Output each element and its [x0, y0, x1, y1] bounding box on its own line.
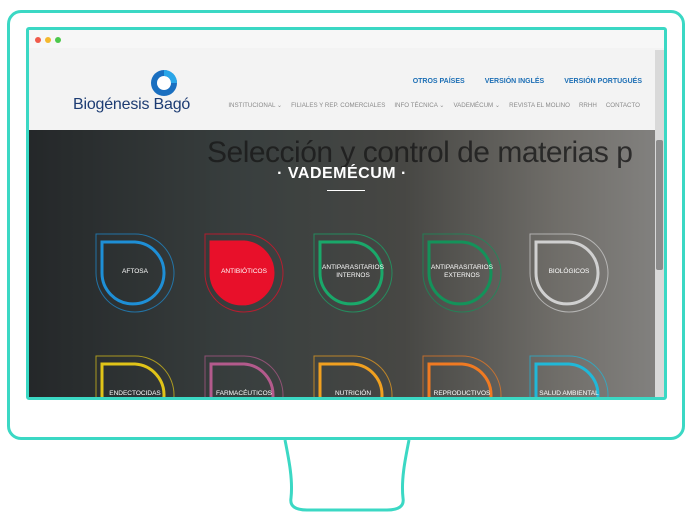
- category-aftosa[interactable]: AFTOSA: [92, 230, 178, 316]
- scrollbar-thumb[interactable]: [656, 140, 663, 270]
- section-title: · VADEMÉCUM ·: [277, 165, 407, 182]
- logo-text[interactable]: Biogénesis Bagó: [73, 96, 190, 114]
- title-divider: [327, 190, 365, 191]
- nav-institucional[interactable]: INSTITUCIONAL ⌄: [228, 102, 282, 109]
- category-label: BIOLÓGICOS: [548, 268, 590, 275]
- nav-filiales[interactable]: FILIALES Y REP. COMERCIALES: [291, 102, 385, 109]
- main-nav: INSTITUCIONAL ⌄ FILIALES Y REP. COMERCIA…: [228, 102, 640, 109]
- category-label: SALUD AMBIENTAL: [539, 390, 599, 397]
- category-antiparasitarios-internos[interactable]: ANTIPARASITARIOS INTERNOS: [310, 230, 396, 316]
- category-antibióticos[interactable]: ANTIBIÓTICOS: [201, 230, 287, 316]
- category-nutrición[interactable]: NUTRICIÓN: [310, 352, 396, 397]
- logo-icon[interactable]: [149, 68, 179, 98]
- link-otros-paises[interactable]: OTROS PAÍSES: [413, 78, 465, 85]
- minimize-dot-icon[interactable]: [45, 37, 51, 43]
- site-header: Biogénesis Bagó OTROS PAÍSES VERSIÓN ING…: [29, 48, 664, 130]
- nav-contacto[interactable]: CONTACTO: [606, 102, 640, 109]
- category-label: FARMACÉUTICOS: [216, 390, 272, 397]
- category-farmacéuticos[interactable]: FARMACÉUTICOS: [201, 352, 287, 397]
- link-version-ingles[interactable]: VERSIÓN INGLÉS: [485, 78, 545, 85]
- category-label: AFTOSA: [122, 268, 148, 275]
- category-label: NUTRICIÓN: [334, 390, 372, 397]
- nav-revista[interactable]: REVISTA EL MOLINO: [509, 102, 570, 109]
- nav-vademecum[interactable]: VADEMÉCUM ⌄: [453, 102, 500, 109]
- close-dot-icon[interactable]: [35, 37, 41, 43]
- browser-screen: Biogénesis Bagó OTROS PAÍSES VERSIÓN ING…: [26, 27, 667, 400]
- top-links: OTROS PAÍSES VERSIÓN INGLÉS VERSIÓN PORT…: [413, 78, 642, 85]
- category-label: ANTIPARASITARIOS EXTERNOS: [431, 264, 493, 279]
- link-version-portugues[interactable]: VERSIÓN PORTUGUÉS: [564, 78, 642, 85]
- category-label: REPRODUCTIVOS: [433, 390, 491, 397]
- category-label: ANTIPARASITARIOS INTERNOS: [322, 264, 384, 279]
- browser-titlebar: [29, 30, 664, 50]
- category-endectocidas[interactable]: ENDECTOCIDAS: [92, 352, 178, 397]
- category-antiparasitarios-externos[interactable]: ANTIPARASITARIOS EXTERNOS: [419, 230, 505, 316]
- category-salud-ambiental[interactable]: SALUD AMBIENTAL: [526, 352, 612, 397]
- monitor-stand: [283, 440, 411, 512]
- category-biológicos[interactable]: BIOLÓGICOS: [526, 230, 612, 316]
- category-label: ANTIBIÓTICOS: [221, 268, 267, 275]
- category-reproductivos[interactable]: REPRODUCTIVOS: [419, 352, 505, 397]
- category-label: ENDECTOCIDAS: [109, 390, 161, 397]
- maximize-dot-icon[interactable]: [55, 37, 61, 43]
- hero-section: Selección y control de materias p · VADE…: [29, 130, 655, 397]
- nav-info-tecnica[interactable]: INFO TÉCNICA ⌄: [394, 102, 444, 109]
- nav-rrhh[interactable]: RRHH: [579, 102, 597, 109]
- scrollbar[interactable]: [655, 50, 664, 397]
